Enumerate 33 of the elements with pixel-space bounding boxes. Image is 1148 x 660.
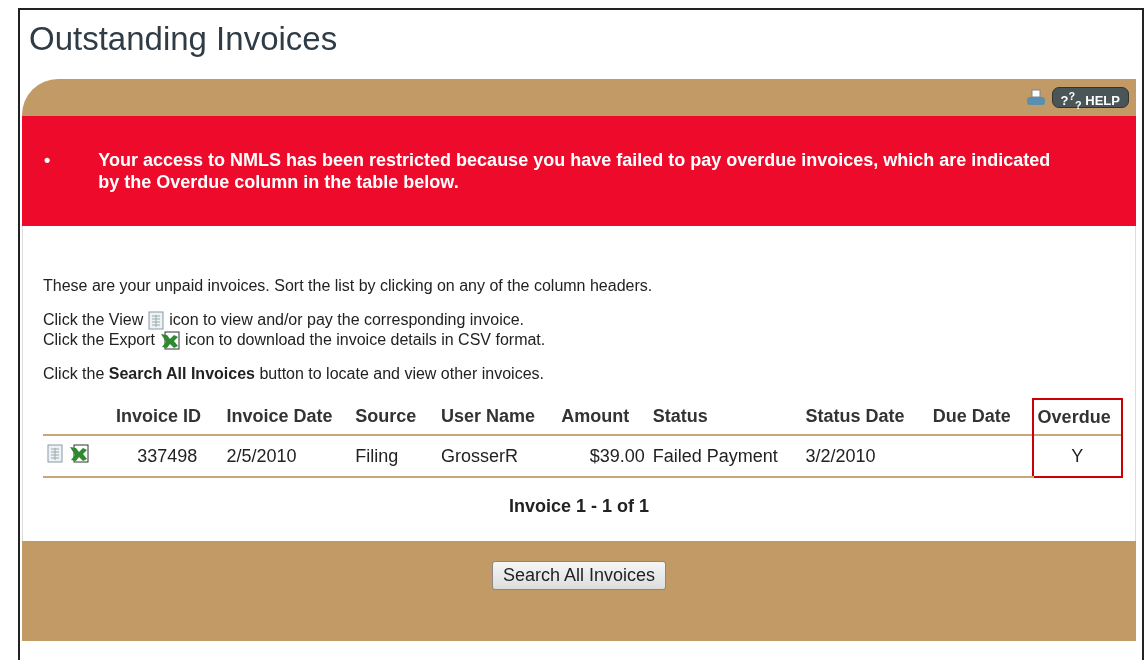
- column-header[interactable]: User Name: [437, 399, 558, 435]
- instruction-text: icon to download the invoice details in CSV format.: [185, 330, 546, 350]
- alert-message: Your access to NMLS has been restricted because you have failed to pay overdue invoices, which are indicated by the Overdue column in the table below.: [98, 149, 1052, 194]
- page-title: Outstanding Invoices: [29, 20, 339, 59]
- table-cell: 2/5/2010: [226, 445, 297, 466]
- spreadsheet-icon: [160, 330, 181, 350]
- table-cell: $39.00: [589, 445, 645, 466]
- column-header[interactable]: Source: [351, 399, 438, 435]
- instruction-text: icon to view and/or pay the corresponding invoice.: [169, 310, 525, 330]
- document-icon: [148, 310, 165, 330]
- table-cell: 3/2/2010: [805, 445, 876, 466]
- column-header[interactable]: Amount: [557, 399, 649, 435]
- table-cell: 337498: [137, 445, 198, 466]
- column-header[interactable]: Due Date: [928, 399, 1033, 435]
- table-cell: Failed Payment: [652, 445, 778, 466]
- instruction-text: Click the Search All Invoices button to locate and view other invoices.: [43, 364, 544, 384]
- bullet: •: [44, 149, 51, 172]
- printer-icon[interactable]: [1025, 88, 1046, 107]
- column-header[interactable]: Invoice ID: [111, 399, 223, 435]
- spreadsheet-icon[interactable]: [69, 444, 89, 463]
- column-header[interactable]: Invoice Date: [222, 399, 352, 435]
- column-header[interactable]: Status Date: [801, 399, 929, 435]
- help-button[interactable]: ?$^{?}$$_{?}$ HELP: [1051, 87, 1129, 108]
- pagination-text: Invoice 1 - 1 of 1: [508, 496, 649, 516]
- column-header[interactable]: Status: [648, 399, 802, 435]
- instruction-text: Click the View: [43, 310, 144, 330]
- search-all-invoices-button[interactable]: Search All Invoices: [491, 561, 667, 590]
- table-cell: Y: [1071, 445, 1084, 466]
- instruction-text: Click the Export: [43, 330, 156, 350]
- table-cell: Filing: [355, 445, 399, 466]
- instruction-text: These are your unpaid invoices. Sort the list by clicking on any of the column headers.: [43, 276, 653, 296]
- column-header[interactable]: Overdue: [1032, 399, 1122, 435]
- table-cell: GrosserR: [441, 445, 519, 466]
